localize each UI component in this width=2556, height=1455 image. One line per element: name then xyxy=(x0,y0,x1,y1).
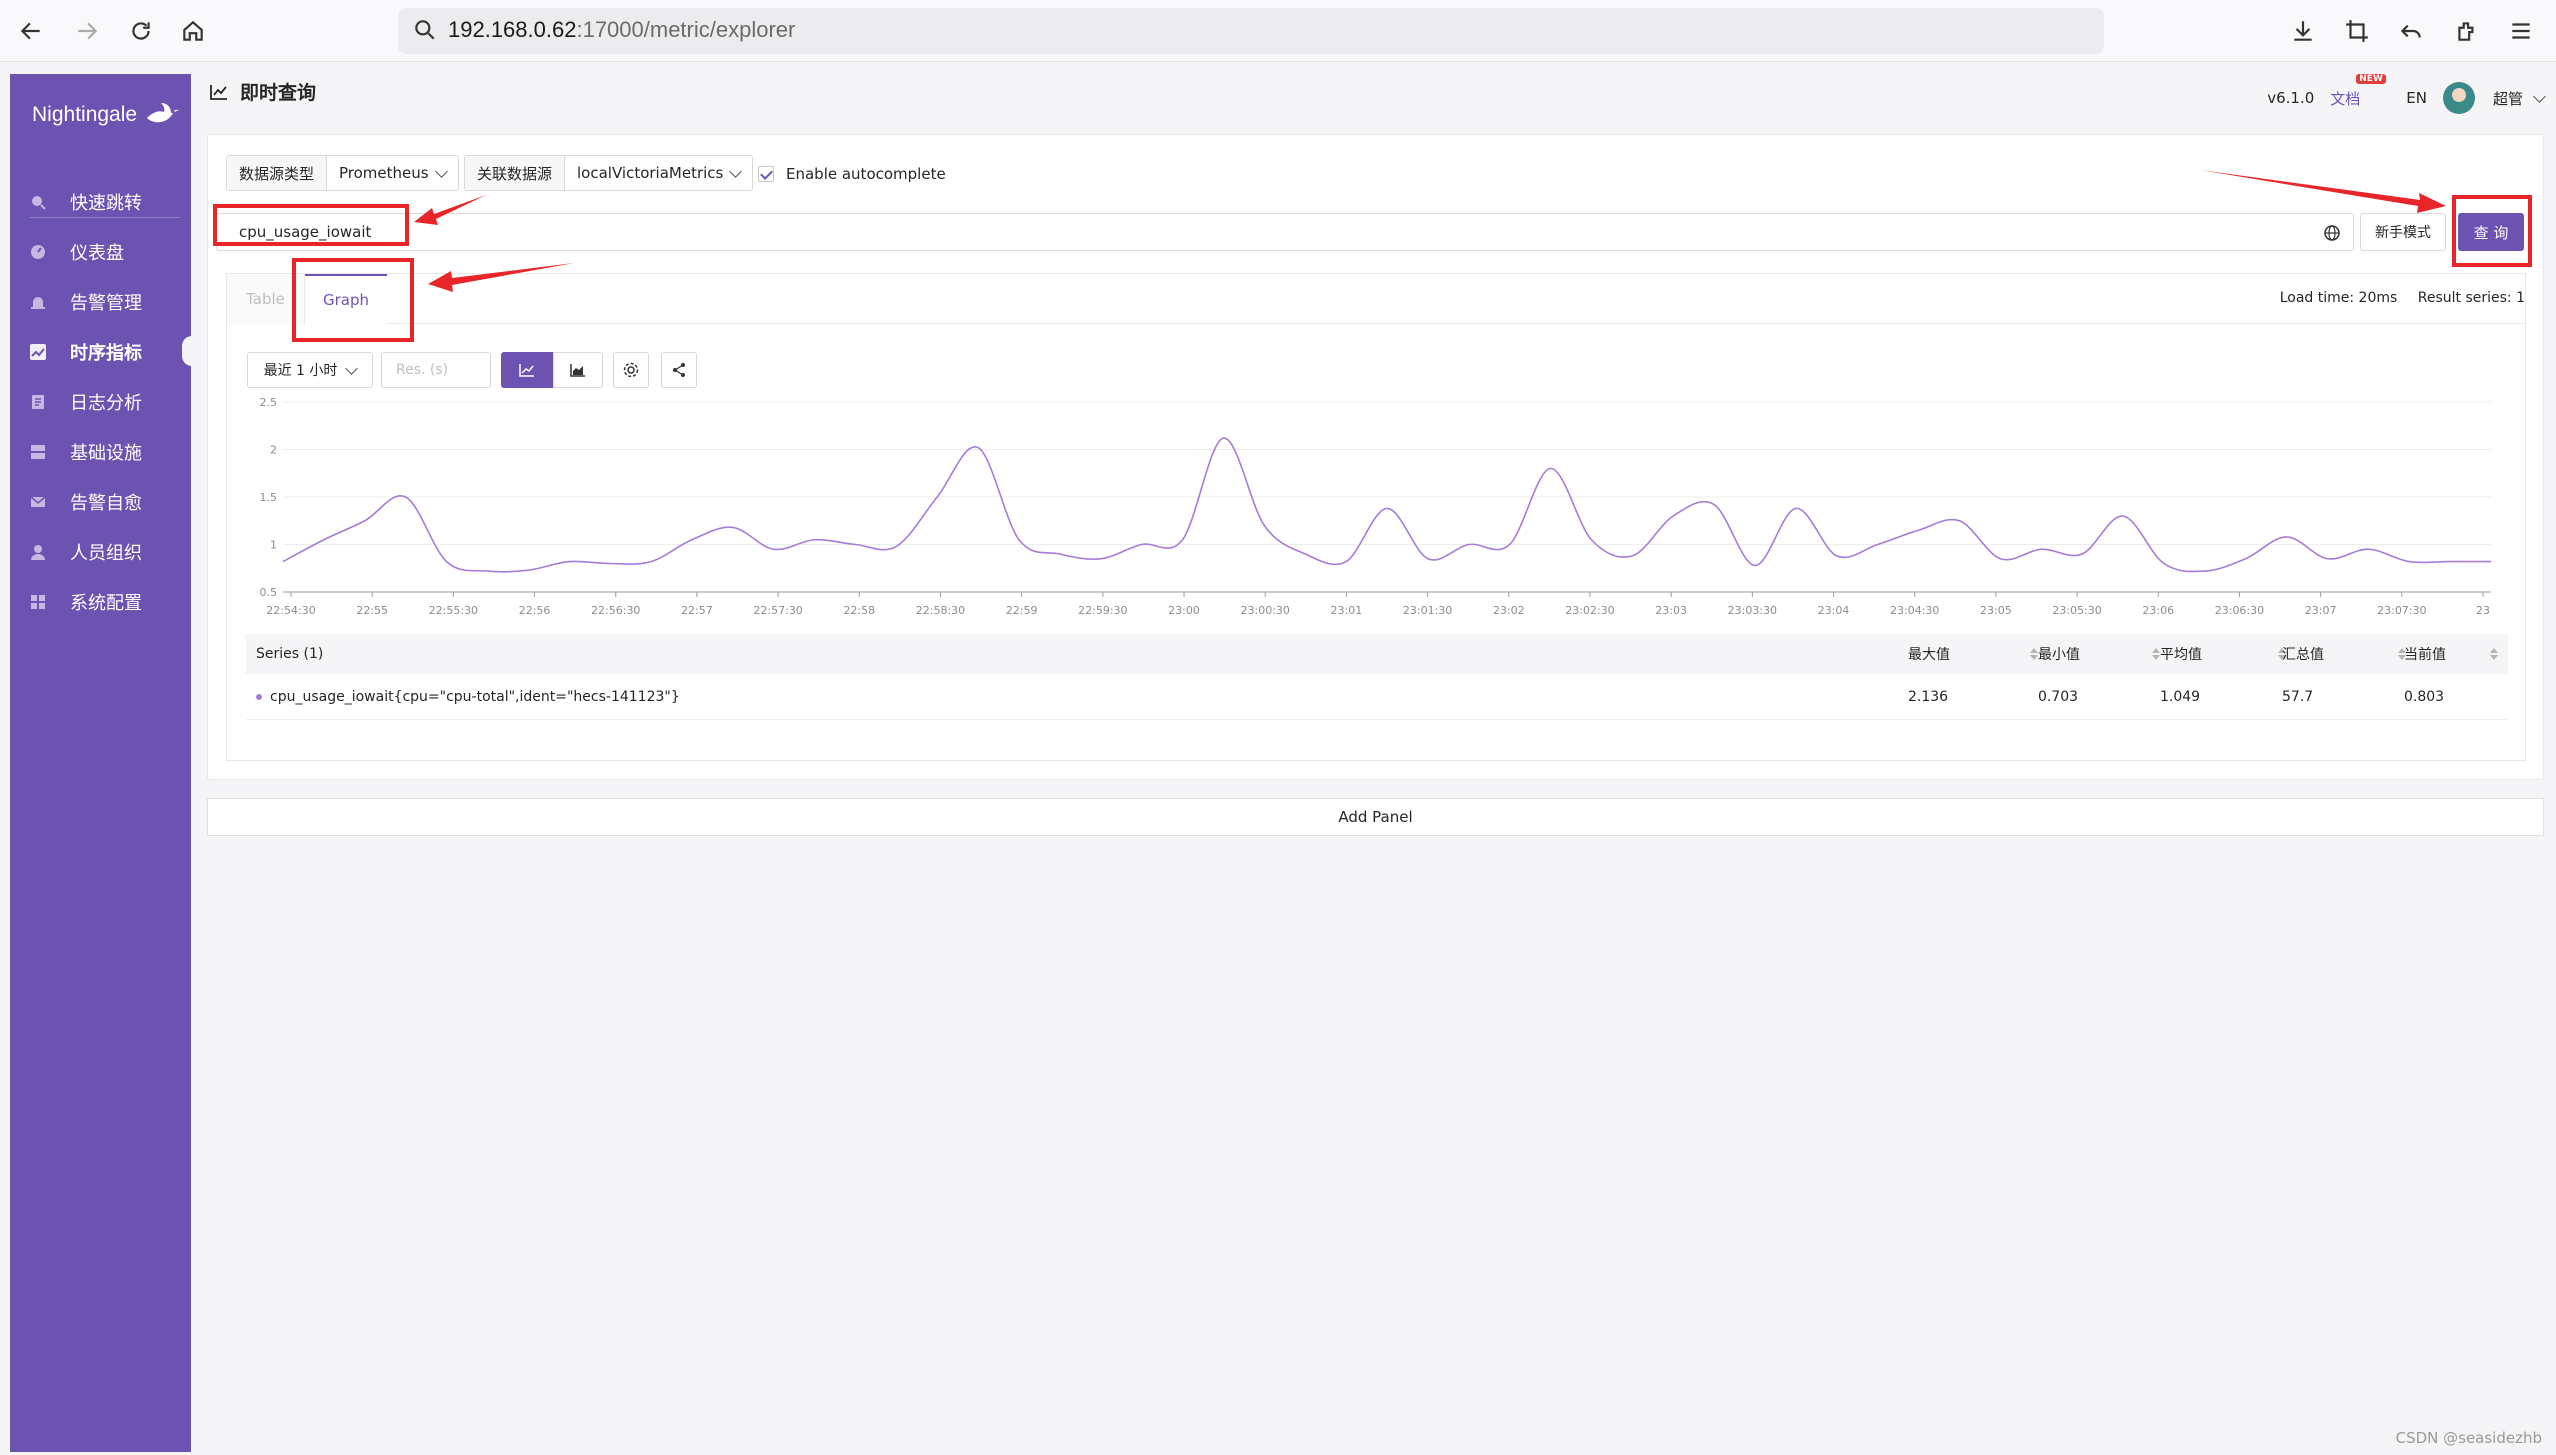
annotation-arrows xyxy=(414,170,2446,292)
